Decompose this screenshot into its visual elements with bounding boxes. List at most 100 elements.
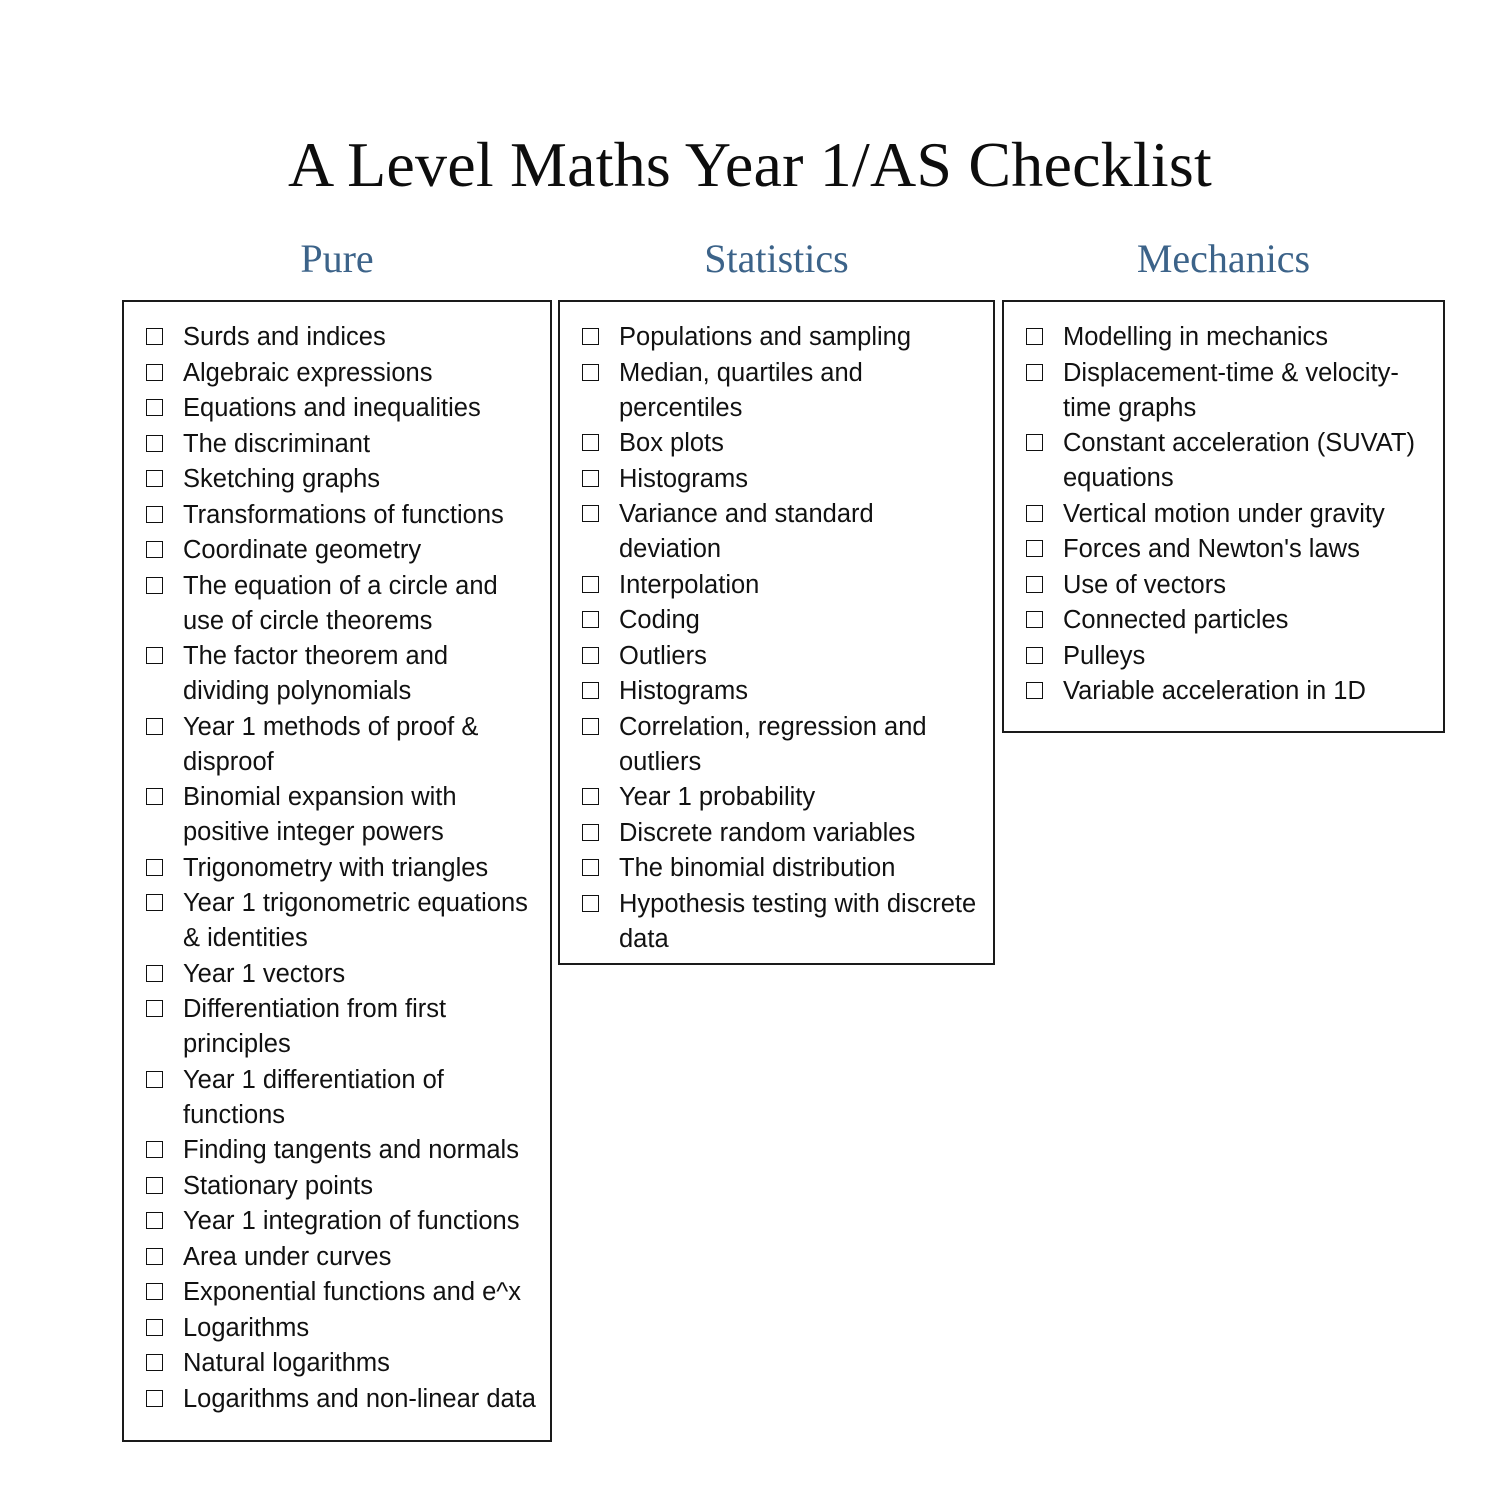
empty-checkbox-icon[interactable] (582, 894, 599, 912)
checklist-statistics: Populations and sampling Median, quartile… (582, 320, 979, 957)
empty-checkbox-icon[interactable] (582, 859, 599, 876)
checklist-item[interactable]: Year 1 trigonometric equations & identit… (146, 886, 536, 956)
checklist-item[interactable]: Year 1 methods of proof & disproof (146, 710, 536, 780)
empty-checkbox-icon[interactable] (146, 1247, 163, 1265)
checklist-item[interactable]: Year 1 integration of functions (146, 1204, 536, 1239)
checklist-item[interactable]: Histograms (582, 674, 979, 709)
checklist-item[interactable]: Differentiation from first principles (146, 992, 536, 1062)
checklist-item[interactable]: Binomial expansion with positive integer… (146, 780, 536, 850)
empty-checkbox-icon[interactable] (1026, 434, 1043, 451)
empty-checkbox-icon[interactable] (146, 647, 163, 664)
empty-checkbox-icon[interactable] (1026, 328, 1043, 345)
checklist-item[interactable]: Vertical motion under gravity (1026, 497, 1429, 532)
empty-checkbox-icon[interactable] (146, 1176, 163, 1194)
empty-checkbox-icon[interactable] (146, 328, 163, 345)
checklist-item[interactable]: Year 1 differentiation of functions (146, 1063, 536, 1133)
empty-checkbox-icon[interactable] (582, 788, 599, 805)
empty-checkbox-icon[interactable] (1026, 682, 1043, 699)
checklist-item[interactable]: Outliers (582, 639, 979, 674)
empty-checkbox-icon[interactable] (146, 576, 163, 594)
checklist-item[interactable]: Connected particles (1026, 603, 1429, 638)
empty-checkbox-icon[interactable] (582, 328, 599, 345)
empty-checkbox-icon[interactable] (582, 434, 599, 451)
empty-checkbox-icon[interactable] (146, 717, 163, 735)
checklist-item[interactable]: Transformations of functions (146, 498, 536, 533)
empty-checkbox-icon[interactable] (146, 434, 163, 452)
checklist-item[interactable]: Logarithms (146, 1311, 536, 1346)
checklist-item[interactable]: Coding (582, 603, 979, 638)
empty-checkbox-icon[interactable] (146, 1070, 163, 1088)
empty-checkbox-icon[interactable] (146, 1000, 163, 1017)
checklist-item[interactable]: Histograms (582, 462, 979, 497)
empty-checkbox-icon[interactable] (1026, 540, 1043, 557)
checklist-item[interactable]: Surds and indices (146, 320, 536, 355)
checklist-item-label: Forces and Newton's laws (1063, 535, 1360, 563)
checklist-item[interactable]: Area under curves (146, 1240, 536, 1275)
empty-checkbox-icon[interactable] (1026, 504, 1043, 522)
empty-checkbox-icon[interactable] (146, 505, 163, 523)
empty-checkbox-icon[interactable] (146, 1318, 163, 1336)
empty-checkbox-icon[interactable] (582, 469, 599, 487)
checklist-item-label: The discriminant (183, 429, 371, 458)
empty-checkbox-icon[interactable] (146, 894, 163, 911)
empty-checkbox-icon[interactable] (1026, 575, 1043, 593)
empty-checkbox-icon[interactable] (582, 505, 599, 522)
empty-checkbox-icon[interactable] (582, 611, 599, 628)
checklist-item[interactable]: Use of vectors (1026, 568, 1429, 603)
checklist-item-label: Populations and sampling (619, 323, 912, 351)
checklist-item[interactable]: Equations and inequalities (146, 391, 536, 426)
empty-checkbox-icon[interactable] (582, 682, 599, 699)
empty-checkbox-icon[interactable] (146, 1283, 163, 1300)
checklist-item[interactable]: Pulleys (1026, 639, 1429, 674)
checklist-item[interactable]: The equation of a circle and use of circ… (146, 569, 536, 639)
checklist-item[interactable]: Discrete random variables (582, 816, 979, 851)
checklist-item[interactable]: Median, quartiles and percentiles (582, 356, 979, 426)
checklist-item[interactable]: The discriminant (146, 427, 536, 462)
checklist-item[interactable]: Coordinate geometry (146, 533, 536, 568)
checklist-item[interactable]: Box plots (582, 426, 979, 461)
empty-checkbox-icon[interactable] (146, 858, 163, 876)
empty-checkbox-icon[interactable] (1026, 646, 1043, 664)
empty-checkbox-icon[interactable] (146, 399, 163, 416)
checklist-item[interactable]: Populations and sampling (582, 320, 979, 355)
checklist-item[interactable]: The binomial distribution (582, 851, 979, 886)
empty-checkbox-icon[interactable] (146, 964, 163, 982)
checklist-item[interactable]: Interpolation (582, 568, 979, 603)
empty-checkbox-icon[interactable] (1026, 363, 1043, 381)
page-title: A Level Maths Year 1/AS Checklist (288, 128, 1212, 200)
empty-checkbox-icon[interactable] (146, 788, 163, 805)
empty-checkbox-icon[interactable] (582, 717, 599, 735)
empty-checkbox-icon[interactable] (1026, 611, 1043, 628)
checklist-item[interactable]: Modelling in mechanics (1026, 320, 1429, 355)
checklist-item[interactable]: Logarithms and non-linear data (146, 1382, 536, 1417)
checklist-item[interactable]: Constant acceleration (SUVAT) equations (1026, 426, 1429, 496)
checklist-item[interactable]: Year 1 vectors (146, 957, 536, 992)
checklist-item[interactable]: Variable acceleration in 1D (1026, 674, 1429, 709)
empty-checkbox-icon[interactable] (146, 470, 163, 487)
empty-checkbox-icon[interactable] (146, 1212, 163, 1229)
empty-checkbox-icon[interactable] (582, 575, 599, 593)
checklist-item-label: Year 1 methods of proof & disproof (183, 712, 479, 776)
empty-checkbox-icon[interactable] (582, 823, 599, 841)
checklist-item[interactable]: The factor theorem and dividing polynomi… (146, 639, 536, 709)
empty-checkbox-icon[interactable] (146, 541, 163, 558)
checklist-item[interactable]: Displacement-time & velocity-time graphs (1026, 356, 1429, 426)
checklist-item[interactable]: Algebraic expressions (146, 356, 536, 391)
checklist-item[interactable]: Year 1 probability (582, 780, 979, 815)
checklist-item[interactable]: Variance and standard deviation (582, 497, 979, 567)
checklist-item[interactable]: Trigonometry with triangles (146, 851, 536, 886)
empty-checkbox-icon[interactable] (146, 1141, 163, 1158)
checklist-item[interactable]: Hypothesis testing with discrete data (582, 887, 979, 957)
checklist-item[interactable]: Forces and Newton's laws (1026, 532, 1429, 567)
empty-checkbox-icon[interactable] (146, 1389, 163, 1407)
checklist-item[interactable]: Exponential functions and e^x (146, 1275, 536, 1310)
checklist-item[interactable]: Correlation, regression and outliers (582, 710, 979, 780)
checklist-item[interactable]: Stationary points (146, 1169, 536, 1204)
checklist-item[interactable]: Finding tangents and normals (146, 1133, 536, 1168)
checklist-item[interactable]: Sketching graphs (146, 462, 536, 497)
empty-checkbox-icon[interactable] (146, 1354, 163, 1371)
empty-checkbox-icon[interactable] (582, 363, 599, 381)
empty-checkbox-icon[interactable] (582, 646, 599, 664)
checklist-item[interactable]: Natural logarithms (146, 1346, 536, 1381)
empty-checkbox-icon[interactable] (146, 363, 163, 381)
